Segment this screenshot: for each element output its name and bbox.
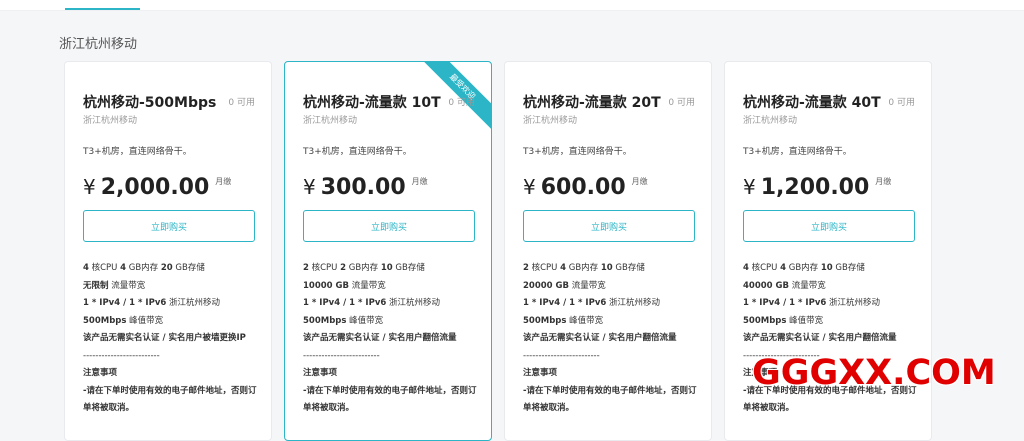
availability-count: 0 可用: [228, 98, 255, 108]
currency-symbol: ¥: [303, 175, 316, 199]
site-watermark: GGGXX.COM: [752, 353, 996, 393]
spec-hardware: 2 核CPU 2 GB内存 10 GB存储: [303, 263, 425, 273]
notice-item: -请在下单时使用有效的电子邮件地址，否则订单将被取消。: [83, 385, 257, 414]
spec-bandwidth: 500Mbps 峰值带宽: [523, 315, 604, 326]
plan-region: 浙江杭州移动: [743, 116, 798, 126]
spec-hardware: 2 核CPU 4 GB内存 10 GB存储: [523, 263, 645, 273]
spec-ip: 1 * IPv4 / 1 * IPv6 浙江杭州移动: [83, 298, 220, 308]
spec-bandwidth: 500Mbps 峰值带宽: [83, 315, 164, 326]
availability-count: 0 可用: [888, 98, 915, 108]
notice-item: -请在下单时使用有效的电子邮件地址，否则订单将被取消。: [523, 385, 697, 414]
spec-traffic: 无限制 流量带宽: [83, 280, 146, 291]
plan-region: 浙江杭州移动: [83, 116, 138, 126]
plan-price: ¥2,000.00 月缴: [83, 175, 231, 200]
currency-symbol: ¥: [523, 175, 536, 199]
spec-bandwidth: 500Mbps 峰值带宽: [303, 315, 384, 326]
plan-price: ¥1,200.00 月缴: [743, 175, 891, 200]
plan-description: T3+机房，直连网络骨干。: [83, 147, 192, 157]
plan-region: 浙江杭州移动: [303, 116, 358, 126]
spec-note: 该产品无需实名认证 / 实名用户翻倍流量: [303, 333, 457, 343]
notice-title: 注意事项: [83, 368, 118, 378]
spec-ip: 1 * IPv4 / 1 * IPv6 浙江杭州移动: [743, 298, 880, 308]
price-amount: 2,000.00: [100, 175, 210, 200]
plan-card-20t: 杭州移动-流量款 20T 0 可用 浙江杭州移动 T3+机房，直连网络骨干。 ¥…: [504, 61, 712, 441]
region-title: 浙江杭州移动: [59, 37, 138, 52]
buy-now-button[interactable]: 立即购买: [83, 210, 255, 242]
price-amount: 300.00: [320, 175, 406, 200]
billing-period: 月缴: [875, 177, 892, 186]
plan-specs: 2 核CPU 2 GB内存 10 GB存储 10000 GB 流量带宽 1 * …: [303, 260, 483, 418]
spec-divider: -------------------------: [83, 350, 160, 361]
top-nav-bar: [0, 0, 1024, 11]
billing-period: 月缴: [215, 177, 232, 186]
spec-divider: -------------------------: [523, 350, 600, 361]
plan-name: 杭州移动-流量款 40T: [743, 95, 881, 111]
spec-hardware: 4 核CPU 4 GB内存 20 GB存储: [83, 263, 205, 273]
buy-now-button[interactable]: 立即购买: [303, 210, 475, 242]
plan-card-10t: 最受欢迎 杭州移动-流量款 10T 0 可用 浙江杭州移动 T3+机房，直连网络…: [284, 61, 492, 441]
plan-price: ¥300.00 月缴: [303, 175, 428, 200]
notice-item: -请在下单时使用有效的电子邮件地址，否则订单将被取消。: [303, 385, 477, 414]
spec-ip: 1 * IPv4 / 1 * IPv6 浙江杭州移动: [303, 298, 440, 308]
plan-card-500mbps: 杭州移动-500Mbps 0 可用 浙江杭州移动 T3+机房，直连网络骨干。 ¥…: [64, 61, 272, 441]
currency-symbol: ¥: [743, 175, 756, 199]
billing-period: 月缴: [411, 177, 428, 186]
notice-title: 注意事项: [303, 368, 338, 378]
plan-description: T3+机房，直连网络骨干。: [303, 147, 412, 157]
notice-title: 注意事项: [523, 368, 558, 378]
plan-specs: 2 核CPU 4 GB内存 10 GB存储 20000 GB 流量带宽 1 * …: [523, 260, 703, 418]
billing-period: 月缴: [631, 177, 648, 186]
currency-symbol: ¥: [83, 175, 96, 199]
availability-count: 0 可用: [448, 98, 475, 108]
spec-traffic: 10000 GB 流量带宽: [303, 280, 386, 291]
plan-price: ¥600.00 月缴: [523, 175, 648, 200]
plan-description: T3+机房，直连网络骨干。: [523, 147, 632, 157]
buy-now-button[interactable]: 立即购买: [743, 210, 915, 242]
plan-specs: 4 核CPU 4 GB内存 10 GB存储 40000 GB 流量带宽 1 * …: [743, 260, 923, 418]
plan-specs: 4 核CPU 4 GB内存 20 GB存储 无限制 流量带宽 1 * IPv4 …: [83, 260, 263, 418]
spec-ip: 1 * IPv4 / 1 * IPv6 浙江杭州移动: [523, 298, 660, 308]
availability-count: 0 可用: [668, 98, 695, 108]
spec-note: 该产品无需实名认证 / 实名用户被墙更换IP: [83, 333, 246, 343]
buy-now-button[interactable]: 立即购买: [523, 210, 695, 242]
plan-region: 浙江杭州移动: [523, 116, 578, 126]
spec-traffic: 40000 GB 流量带宽: [743, 280, 826, 291]
spec-note: 该产品无需实名认证 / 实名用户翻倍流量: [743, 333, 897, 343]
price-amount: 600.00: [540, 175, 626, 200]
plan-name: 杭州移动-流量款 10T: [303, 95, 441, 111]
spec-note: 该产品无需实名认证 / 实名用户翻倍流量: [523, 333, 677, 343]
plan-name: 杭州移动-流量款 20T: [523, 95, 661, 111]
spec-bandwidth: 500Mbps 峰值带宽: [743, 315, 824, 326]
plan-description: T3+机房，直连网络骨干。: [743, 147, 852, 157]
active-tab-indicator: [65, 8, 140, 10]
plan-name: 杭州移动-500Mbps: [83, 95, 217, 111]
spec-traffic: 20000 GB 流量带宽: [523, 280, 606, 291]
spec-divider: -------------------------: [303, 350, 380, 361]
price-amount: 1,200.00: [760, 175, 870, 200]
spec-hardware: 4 核CPU 4 GB内存 10 GB存储: [743, 263, 865, 273]
